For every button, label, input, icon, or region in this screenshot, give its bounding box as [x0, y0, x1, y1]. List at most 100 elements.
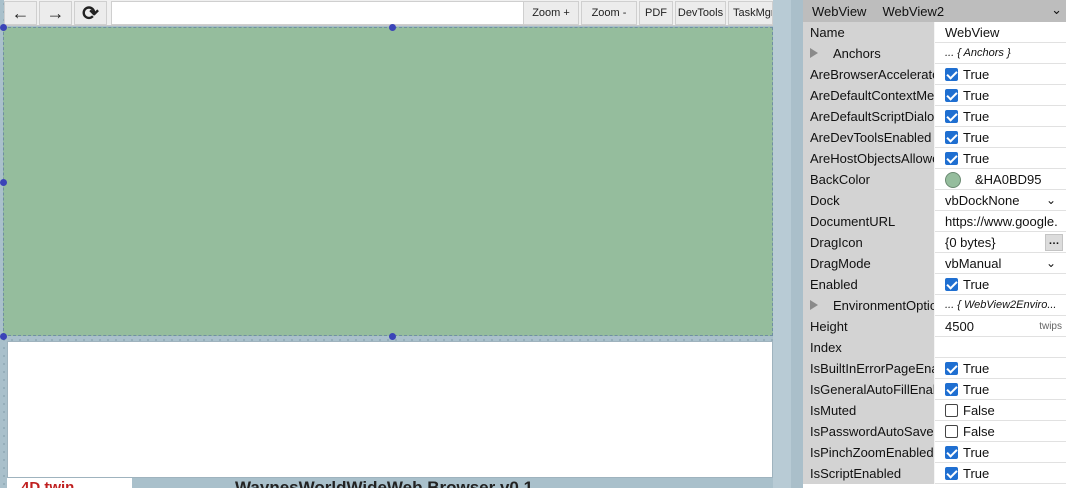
form-designer[interactable]: ← → ⟳ Zoom + Zoom - PDF DevTools TaskMgr… — [0, 0, 773, 488]
prop-row-dragmode[interactable]: DragMode vbManual ⌄ — [803, 253, 1066, 274]
prop-row-enabled[interactable]: Enabled True — [803, 274, 1066, 295]
prop-name: DragIcon — [803, 232, 935, 253]
prop-value-input[interactable]: WebView — [935, 22, 1066, 43]
checkbox-checked-icon[interactable] — [945, 278, 958, 291]
webview-control[interactable] — [3, 27, 773, 336]
devtools-button[interactable]: DevTools — [675, 1, 726, 25]
prop-name: IsMuted — [803, 400, 935, 421]
forward-button[interactable]: → — [39, 1, 72, 25]
prop-row-script-enabled[interactable]: IsScriptEnabled True — [803, 463, 1066, 484]
prop-value[interactable]: True — [935, 274, 1066, 295]
chevron-down-icon[interactable]: ⌄ — [1046, 190, 1056, 211]
prop-row-devtools-enabled[interactable]: AreDevToolsEnabled True — [803, 127, 1066, 148]
content-panel[interactable] — [7, 341, 773, 478]
prop-value[interactable]: True — [935, 127, 1066, 148]
checkbox-checked-icon[interactable] — [945, 362, 958, 375]
prop-row-is-muted[interactable]: IsMuted False — [803, 400, 1066, 421]
prop-row-anchors[interactable]: Anchors ... { Anchors } — [803, 43, 1066, 64]
prop-value[interactable]: True — [935, 463, 1066, 484]
prop-value[interactable]: True — [935, 106, 1066, 127]
checkbox-checked-icon[interactable] — [945, 467, 958, 480]
checkbox-unchecked-icon[interactable] — [945, 425, 958, 438]
prop-row-index[interactable]: Index — [803, 337, 1066, 358]
prop-value[interactable]: ... { WebView2Enviro... — [935, 295, 1066, 316]
prop-name: AreDefaultScriptDialogsEnabled — [803, 106, 935, 127]
resize-handle-top-left[interactable] — [0, 24, 7, 31]
ellipsis-button[interactable]: … — [1045, 234, 1063, 251]
prop-value[interactable]: True — [935, 379, 1066, 400]
prop-row-environment-options[interactable]: EnvironmentOptions ... { WebView2Enviro.… — [803, 295, 1066, 316]
prop-value[interactable]: True — [935, 442, 1066, 463]
back-button[interactable]: ← — [4, 1, 37, 25]
prop-row-password-autosave[interactable]: IsPasswordAutoSaveEnabled False — [803, 421, 1066, 442]
prop-value[interactable]: True — [935, 148, 1066, 169]
form-title-label: WaynesWorldWideWeb Browser v0.1 — [235, 478, 534, 488]
prop-name: IsPinchZoomEnabled — [803, 442, 935, 463]
resize-handle-top[interactable] — [389, 24, 396, 31]
zoom-in-button[interactable]: Zoom + — [523, 1, 579, 25]
prop-name: DocumentURL — [803, 211, 935, 232]
prop-dropdown[interactable]: vbDockNone ⌄ — [935, 190, 1066, 211]
prop-row-dragicon[interactable]: DragIcon {0 bytes}… — [803, 232, 1066, 253]
checkbox-checked-icon[interactable] — [945, 131, 958, 144]
prop-value-input[interactable]: 4500 twips — [935, 316, 1066, 337]
prop-row-backcolor[interactable]: BackColor &HA0BD95 — [803, 169, 1066, 190]
object-selector[interactable]: WebView WebView2 ⌄ — [803, 0, 1066, 22]
expand-triangle-icon[interactable] — [810, 48, 818, 58]
checkbox-checked-icon[interactable] — [945, 152, 958, 165]
object-type: WebView2 — [882, 3, 945, 19]
pdf-button[interactable]: PDF — [639, 1, 673, 25]
prop-value[interactable]: ... { Anchors } — [935, 43, 1066, 64]
checkbox-checked-icon[interactable] — [945, 68, 958, 81]
prop-name: Anchors — [803, 43, 935, 64]
prop-row-host-objects[interactable]: AreHostObjectsAllowed True — [803, 148, 1066, 169]
prop-value-input[interactable] — [935, 337, 1066, 358]
prop-value[interactable]: True — [935, 85, 1066, 106]
forward-arrow-icon: → — [46, 2, 65, 23]
prop-row-dock[interactable]: Dock vbDockNone ⌄ — [803, 190, 1066, 211]
prop-row-document-url[interactable]: DocumentURL https://www.google. — [803, 211, 1066, 232]
prop-row-context-menus[interactable]: AreDefaultContextMenusEnabled True — [803, 85, 1066, 106]
checkbox-checked-icon[interactable] — [945, 383, 958, 396]
refresh-button[interactable]: ⟳ — [74, 1, 107, 25]
prop-name: AreHostObjectsAllowed — [803, 148, 935, 169]
unit-label: twips — [1039, 321, 1062, 332]
prop-row-general-autofill[interactable]: IsGeneralAutoFillEnabled True — [803, 379, 1066, 400]
prop-name: IsScriptEnabled — [803, 463, 935, 484]
prop-row-script-dialogs[interactable]: AreDefaultScriptDialogsEnabled True — [803, 106, 1066, 127]
resize-handle-left[interactable] — [0, 179, 7, 186]
zoom-out-button[interactable]: Zoom - — [581, 1, 637, 25]
prop-row-name[interactable]: Name WebView — [803, 22, 1066, 43]
prop-name: IsPasswordAutoSaveEnabled — [803, 421, 935, 442]
address-bar[interactable] — [111, 1, 525, 25]
prop-value-input[interactable]: https://www.google. — [935, 211, 1066, 232]
prop-value[interactable]: True — [935, 358, 1066, 379]
prop-value[interactable]: False — [935, 400, 1066, 421]
prop-name: Enabled — [803, 274, 935, 295]
prop-value[interactable]: &HA0BD95 — [935, 169, 1066, 190]
prop-row-height[interactable]: Height 4500 twips — [803, 316, 1066, 337]
checkbox-checked-icon[interactable] — [945, 89, 958, 102]
prop-name: Dock — [803, 190, 935, 211]
back-arrow-icon: ← — [11, 2, 30, 23]
object-name: WebView — [812, 3, 867, 19]
checkbox-checked-icon[interactable] — [945, 446, 958, 459]
prop-row-pinch-zoom[interactable]: IsPinchZoomEnabled True — [803, 442, 1066, 463]
prop-value[interactable]: {0 bytes}… — [935, 232, 1066, 253]
prop-name: DragMode — [803, 253, 935, 274]
prop-value[interactable]: True — [935, 64, 1066, 85]
prop-dropdown[interactable]: vbManual ⌄ — [935, 253, 1066, 274]
checkbox-unchecked-icon[interactable] — [945, 404, 958, 417]
color-swatch-icon[interactable] — [945, 172, 961, 188]
expand-triangle-icon[interactable] — [810, 300, 818, 310]
resize-handle-bottom[interactable] — [389, 333, 396, 340]
chevron-down-icon[interactable]: ⌄ — [1051, 2, 1062, 18]
prop-value[interactable]: False — [935, 421, 1066, 442]
prop-row-browser-accelerator-keys[interactable]: AreBrowserAcceleratorKeysEnabled True — [803, 64, 1066, 85]
checkbox-checked-icon[interactable] — [945, 110, 958, 123]
refresh-icon: ⟳ — [82, 2, 99, 25]
resize-handle-bottom-left[interactable] — [0, 333, 7, 340]
chevron-down-icon[interactable]: ⌄ — [1046, 253, 1056, 274]
prop-row-builtin-error-page[interactable]: IsBuiltInErrorPageEnabled True — [803, 358, 1066, 379]
taskmgr-button[interactable]: TaskMgr — [728, 1, 773, 25]
